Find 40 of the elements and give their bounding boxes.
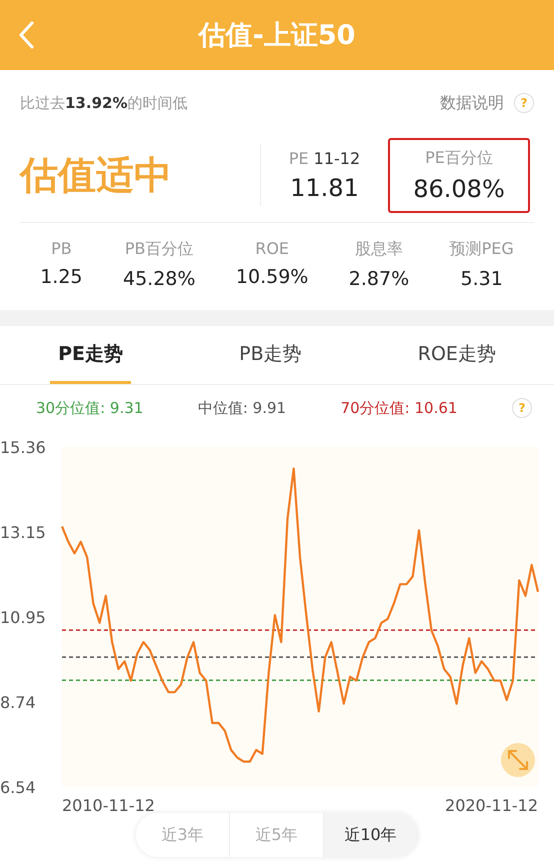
x-axis-label: 2010-11-12 [62,796,155,813]
chart-tab[interactable]: ROE走势 [410,326,504,384]
metric-value: 5.31 [460,268,503,290]
range-tab[interactable]: 近5年 [230,813,324,857]
expand-button[interactable] [501,743,535,777]
chart-tab[interactable]: PE走势 [50,326,131,384]
legend-item: 中位值: 9.91 [198,398,286,418]
metric-value: 10.59% [236,266,308,288]
pe-label: PE [288,148,309,168]
metric-label: PB百分位 [124,239,194,260]
y-axis-label: 10.95 [0,608,46,627]
comparison-note: 比过去13.92%的时间低 [20,94,188,112]
legend-item: 70分位值: 10.61 [340,398,458,418]
page-title: 估值-上证50 [198,19,356,53]
help-icon[interactable]: ? [514,93,534,113]
range-tab[interactable]: 近3年 [136,813,230,857]
legend-item: 30分位值: 9.31 [36,398,144,418]
pe-date: 11-12 [314,148,360,168]
x-axis-label: 2020-11-12 [445,796,538,813]
valuation-verdict: 估值适中 [20,152,173,198]
metric-value: 45.28% [122,268,196,290]
metric-label: 股息率 [354,239,403,260]
y-axis-label: 8.74 [0,693,36,712]
metric-value: 2.87% [348,268,410,290]
back-icon [18,21,34,49]
help-icon[interactable]: ? [512,398,532,418]
y-axis-label: 13.15 [0,523,46,542]
metric-label: PB [51,239,72,258]
pe-percentile-value: 86.08% [413,174,505,202]
y-axis-label: 15.36 [0,438,46,457]
chart-tab[interactable]: PB走势 [231,326,310,384]
data-explanation-link[interactable]: 数据说明 [440,92,504,114]
y-axis-label: 6.54 [0,778,36,797]
metric-label: 预测PEG [450,239,514,260]
pe-percentile-label: PE百分位 [425,148,493,168]
back-button[interactable] [18,21,34,49]
range-tab[interactable]: 近10年 [324,813,418,857]
metric-label: ROE [255,239,290,258]
metric-value: 1.25 [40,266,83,288]
pe-value: 11.81 [290,174,359,202]
